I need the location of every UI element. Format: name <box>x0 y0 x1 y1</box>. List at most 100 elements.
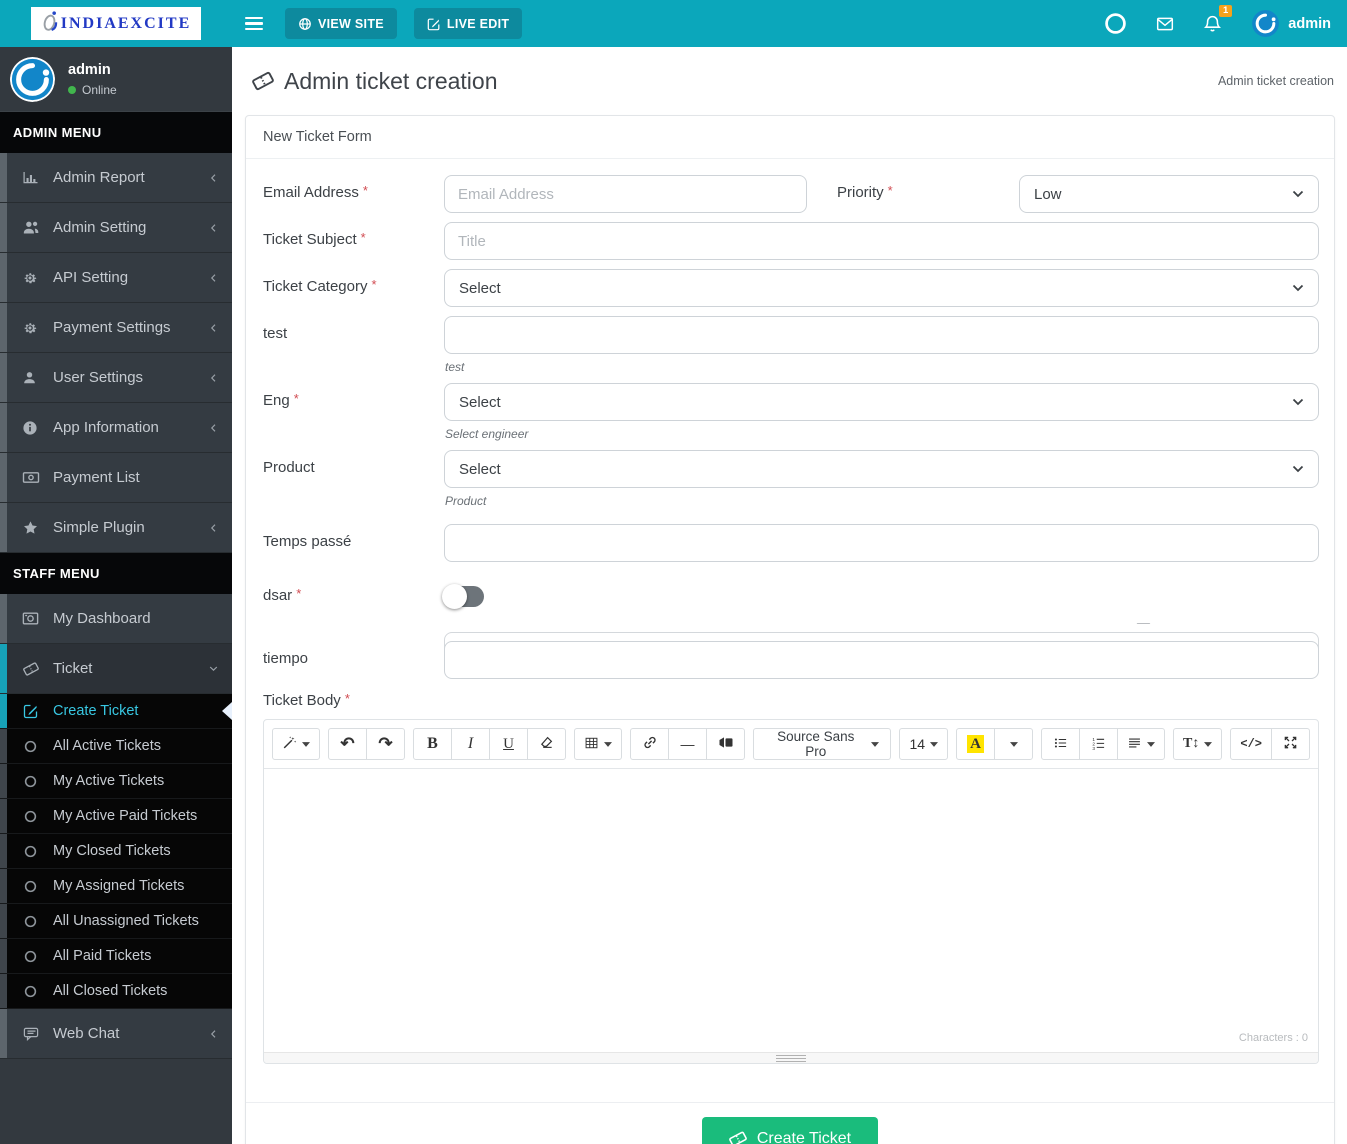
active-item-arrow <box>222 702 232 720</box>
sidebar-item-ticket[interactable]: Ticket <box>0 644 232 694</box>
sidebar-item-payment-settings[interactable]: Payment Settings <box>0 303 232 353</box>
unordered-list-button[interactable] <box>1041 728 1081 760</box>
color-picker-button[interactable] <box>994 728 1034 760</box>
chart-bar-icon <box>22 170 41 186</box>
temps-input[interactable] <box>444 524 1319 562</box>
undo-button[interactable]: ↶ <box>328 728 367 760</box>
sidebar-item-user-settings[interactable]: User Settings <box>0 353 232 403</box>
paragraph-button[interactable] <box>1117 728 1166 760</box>
chevron-down-icon <box>1292 190 1304 198</box>
undo-label: ↶ <box>340 734 355 753</box>
italic-button[interactable]: I <box>451 728 490 760</box>
sidebar-item-my-assigned-tickets[interactable]: My Assigned Tickets <box>0 869 232 904</box>
app-root: INDIAEXCITE VIEW SITE LIVE EDIT 1 admin … <box>0 0 1347 1144</box>
editor-body[interactable]: Characters : 0 <box>264 769 1318 1052</box>
email-input[interactable] <box>444 175 807 213</box>
dsar-row: dsar * <box>263 578 1319 609</box>
sidebar-item-label: All Closed Tickets <box>53 983 168 999</box>
font-size-button[interactable]: 14 <box>899 728 949 760</box>
table-button[interactable] <box>574 728 622 760</box>
user-avatar[interactable] <box>1252 10 1280 37</box>
line-height-button[interactable]: T↕ <box>1173 728 1223 760</box>
main-content: Admin ticket creation Admin ticket creat… <box>232 47 1347 1144</box>
sidebar-item-label: All Active Tickets <box>53 738 161 754</box>
notifications-bell-icon[interactable]: 1 <box>1203 4 1233 34</box>
code-view-button[interactable]: </> <box>1230 728 1272 760</box>
font-family-button[interactable]: Source Sans Pro <box>753 728 892 760</box>
item-accent-strip <box>0 153 7 202</box>
product-label: Product <box>263 459 315 476</box>
redo-button[interactable]: ↷ <box>366 728 405 760</box>
dashboard-icon <box>22 611 41 626</box>
info-circle-icon <box>22 420 41 436</box>
sidebar-item-admin-setting[interactable]: Admin Setting <box>0 203 232 253</box>
card-header: New Ticket Form <box>246 116 1334 159</box>
chevron-down-icon <box>208 663 219 674</box>
ticket-icon <box>728 1130 747 1144</box>
underline-button[interactable]: U <box>489 728 528 760</box>
sidebar-item-admin-report[interactable]: Admin Report <box>0 153 232 203</box>
italic-label: I <box>467 735 474 752</box>
brand-area[interactable]: INDIAEXCITE <box>0 0 232 47</box>
view-site-label: VIEW SITE <box>318 16 384 31</box>
sidebar-user-avatar[interactable] <box>10 56 55 102</box>
subject-input[interactable] <box>444 222 1319 260</box>
test-label: test <box>263 325 288 342</box>
item-accent-strip <box>0 253 7 302</box>
caret-down-icon <box>302 741 310 747</box>
breadcrumb[interactable]: Admin ticket creation <box>1218 74 1334 88</box>
test-input[interactable] <box>444 316 1319 354</box>
horizontal-rule-button[interactable]: — <box>668 728 707 760</box>
brand-logo-icon <box>41 9 58 38</box>
dsar-toggle[interactable] <box>442 584 484 609</box>
circle-icon <box>23 914 40 929</box>
sidebar-item-all-active-tickets[interactable]: All Active Tickets <box>0 729 232 764</box>
item-accent-strip <box>0 729 7 763</box>
tiempo-label: tiempo <box>263 650 309 667</box>
sidebar-username[interactable]: admin <box>68 62 117 78</box>
messages-icon[interactable] <box>1155 15 1175 33</box>
navbar-username[interactable]: admin <box>1288 16 1331 32</box>
sidebar-toggle-button[interactable] <box>245 16 263 31</box>
sidebar-item-create-ticket[interactable]: Create Ticket <box>0 694 232 729</box>
eng-select[interactable]: Select <box>444 383 1319 421</box>
sidebar-item-all-closed-tickets[interactable]: All Closed Tickets <box>0 974 232 1009</box>
live-edit-button[interactable]: LIVE EDIT <box>413 8 523 39</box>
view-site-button[interactable]: VIEW SITE <box>285 8 397 39</box>
style-button[interactable] <box>272 728 320 760</box>
sidebar-item-my-active-tickets[interactable]: My Active Tickets <box>0 764 232 799</box>
sidebar-item-my-dashboard[interactable]: My Dashboard <box>0 594 232 644</box>
temps-row: Temps passé <box>263 524 1319 562</box>
category-label: Ticket Category * <box>263 277 377 295</box>
circle-icon[interactable] <box>1104 12 1127 35</box>
sidebar-item-app-information[interactable]: App Information <box>0 403 232 453</box>
sidebar-item-payment-list[interactable]: Payment List <box>0 453 232 503</box>
sidebar-item-simple-plugin[interactable]: Simple Plugin <box>0 503 232 553</box>
comments-icon <box>22 1026 41 1042</box>
tiempo-input[interactable] <box>444 641 1319 679</box>
product-select[interactable]: Select <box>444 450 1319 488</box>
item-accent-strip <box>0 403 7 452</box>
bold-button[interactable]: B <box>413 728 452 760</box>
fullscreen-button[interactable] <box>1271 728 1310 760</box>
caret-down-icon <box>871 741 880 747</box>
category-select[interactable]: Select <box>444 269 1319 307</box>
editor-resize-handle[interactable] <box>264 1052 1318 1063</box>
sidebar-item-all-paid-tickets[interactable]: All Paid Tickets <box>0 939 232 974</box>
video-button[interactable] <box>706 728 745 760</box>
ordered-list-button[interactable]: 123 <box>1079 728 1119 760</box>
toolbar-group: BIU <box>413 728 566 760</box>
item-accent-strip <box>0 764 7 798</box>
item-accent-strip <box>0 974 7 1008</box>
priority-select[interactable]: Low <box>1019 175 1319 213</box>
sidebar-item-my-closed-tickets[interactable]: My Closed Tickets <box>0 834 232 869</box>
sidebar-item-all-unassigned-tickets[interactable]: All Unassigned Tickets <box>0 904 232 939</box>
sidebar-item-web-chat[interactable]: Web Chat <box>0 1009 232 1059</box>
sidebar-item-api-setting[interactable]: API Setting <box>0 253 232 303</box>
sidebar-item-my-active-paid-tickets[interactable]: My Active Paid Tickets <box>0 799 232 834</box>
create-ticket-button[interactable]: Create Ticket <box>701 1117 879 1144</box>
link-button[interactable] <box>630 728 669 760</box>
highlight-color-button[interactable]: A <box>956 728 996 760</box>
email-label: Email Address * <box>263 183 368 201</box>
clear-format-button[interactable] <box>527 728 566 760</box>
